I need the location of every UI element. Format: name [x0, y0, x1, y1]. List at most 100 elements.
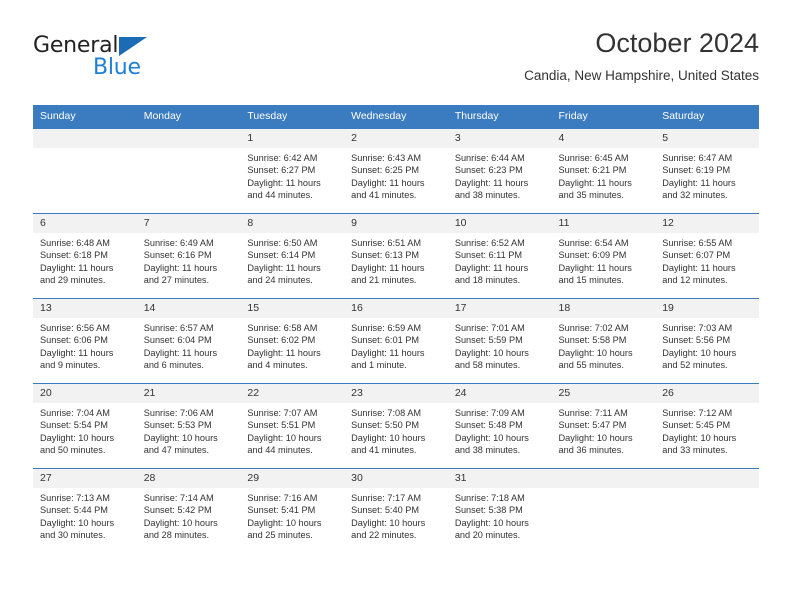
calendar-day-cell[interactable]: 19 Sunrise: 7:03 AM Sunset: 5:56 PM Dayligh… [655, 298, 759, 384]
calendar-day-cell[interactable]: 29 Sunrise: 7:16 AM Sunset: 5:41 PM Dayligh… [240, 468, 345, 555]
calendar-day-cell[interactable]: 22 Sunrise: 7:07 AM Sunset: 5:51 PM Dayligh… [240, 383, 345, 469]
calendar-day-cell[interactable]: 25 Sunrise: 7:11 AM Sunset: 5:47 PM Dayligh… [551, 383, 656, 469]
calendar-day-cell[interactable]: 20 Sunrise: 7:04 AM Sunset: 5:54 PM Dayligh… [33, 383, 137, 469]
sunrise-text: Sunrise: 6:59 AM [351, 323, 422, 333]
day-details: Sunrise: 6:47 AM Sunset: 6:19 PM Daylight:… [655, 148, 759, 202]
day-number [136, 129, 241, 148]
calendar-day-cell[interactable]: 14 Sunrise: 6:57 AM Sunset: 6:04 PM Dayligh… [136, 298, 241, 384]
daylight-text-line1: Daylight: 10 hours [662, 347, 737, 358]
sunset-text: Sunset: 6:16 PM [143, 250, 212, 261]
calendar-day-cell[interactable]: 8 Sunrise: 6:50 AM Sunset: 6:14 PM Daylight… [240, 213, 345, 299]
calendar-day-cell[interactable]: 31 Sunrise: 7:18 AM Sunset: 5:38 PM Dayligh… [447, 468, 552, 555]
daylight-text-line1: Daylight: 11 hours [247, 347, 321, 358]
calendar-day-cell[interactable]: 1 Sunrise: 6:42 AM Sunset: 6:27 PM Daylight… [240, 128, 345, 214]
sunrise-text: Sunrise: 6:43 AM [351, 153, 422, 163]
calendar-day-cell[interactable]: 3 Sunrise: 6:44 AM Sunset: 6:23 PM Daylight… [447, 128, 552, 214]
calendar-day-cell[interactable]: 2 Sunrise: 6:43 AM Sunset: 6:25 PM Daylight… [344, 128, 448, 214]
calendar-day-cell-empty [33, 128, 137, 214]
sunrise-text: Sunrise: 6:44 AM [454, 153, 525, 163]
calendar-day-cell[interactable]: 15 Sunrise: 6:58 AM Sunset: 6:02 PM Dayligh… [240, 298, 345, 384]
logo-triangle-icon [119, 37, 147, 56]
sunset-text: Sunset: 6:23 PM [454, 165, 523, 176]
day-number: 2 [344, 129, 448, 148]
calendar-day-cell[interactable]: 28 Sunrise: 7:14 AM Sunset: 5:42 PM Dayligh… [136, 468, 241, 555]
daylight-text-line1: Daylight: 11 hours [40, 262, 114, 273]
sunset-text: Sunset: 5:56 PM [662, 335, 731, 346]
calendar-day-cell[interactable]: 17 Sunrise: 7:01 AM Sunset: 5:59 PM Dayligh… [447, 298, 552, 384]
calendar-day-cell-empty [655, 468, 759, 555]
logo-text-blue: Blue [93, 55, 141, 80]
day-number: 26 [655, 384, 759, 403]
calendar-day-cell[interactable]: 21 Sunrise: 7:06 AM Sunset: 5:53 PM Dayligh… [136, 383, 241, 469]
sunset-text: Sunset: 6:09 PM [558, 250, 627, 261]
sunrise-text: Sunrise: 6:45 AM [558, 153, 629, 163]
daylight-text-line2: and 15 minutes. [558, 275, 624, 286]
day-details: Sunrise: 7:17 AM Sunset: 5:40 PM Daylight:… [344, 488, 448, 542]
calendar-day-cell[interactable]: 16 Sunrise: 6:59 AM Sunset: 6:01 PM Dayligh… [344, 298, 448, 384]
daylight-text-line2: and 6 minutes. [143, 360, 204, 371]
sunrise-text: Sunrise: 6:55 AM [662, 238, 733, 248]
day-details: Sunrise: 7:09 AM Sunset: 5:48 PM Daylight:… [448, 403, 552, 457]
calendar-day-cell[interactable]: 12 Sunrise: 6:55 AM Sunset: 6:07 PM Dayligh… [655, 213, 759, 299]
sunset-text: Sunset: 5:45 PM [662, 420, 731, 431]
weekday-header-sunday: Sunday [33, 105, 137, 129]
calendar-day-cell[interactable]: 9 Sunrise: 6:51 AM Sunset: 6:13 PM Daylight… [344, 213, 448, 299]
calendar-day-cell[interactable]: 10 Sunrise: 6:52 AM Sunset: 6:11 PM Dayligh… [447, 213, 552, 299]
calendar-day-cell[interactable]: 23 Sunrise: 7:08 AM Sunset: 5:50 PM Dayligh… [344, 383, 448, 469]
sunset-text: Sunset: 6:14 PM [247, 250, 316, 261]
sunset-text: Sunset: 6:18 PM [40, 250, 108, 261]
day-number: 25 [551, 384, 656, 403]
day-details: Sunrise: 6:57 AM Sunset: 6:04 PM Daylight:… [137, 318, 241, 372]
daylight-text-line1: Daylight: 10 hours [454, 517, 529, 528]
daylight-text-line1: Daylight: 11 hours [662, 262, 736, 273]
sunrise-text: Sunrise: 7:12 AM [662, 408, 733, 418]
calendar-day-cell[interactable]: 7 Sunrise: 6:49 AM Sunset: 6:16 PM Daylight… [136, 213, 241, 299]
daylight-text-line2: and 44 minutes. [247, 445, 313, 456]
general-blue-logo[interactable]: General Blue [33, 34, 233, 88]
calendar-day-cell[interactable]: 26 Sunrise: 7:12 AM Sunset: 5:45 PM Dayligh… [655, 383, 759, 469]
calendar-day-cell[interactable]: 5 Sunrise: 6:47 AM Sunset: 6:19 PM Daylight… [655, 128, 759, 214]
calendar-day-cell[interactable]: 18 Sunrise: 7:02 AM Sunset: 5:58 PM Dayligh… [551, 298, 656, 384]
day-number [33, 129, 137, 148]
day-number: 9 [344, 214, 448, 233]
day-number: 10 [447, 214, 552, 233]
calendar-day-cell[interactable]: 30 Sunrise: 7:17 AM Sunset: 5:40 PM Dayligh… [344, 468, 448, 555]
day-details [655, 488, 759, 492]
day-details: Sunrise: 7:01 AM Sunset: 5:59 PM Daylight:… [448, 318, 552, 372]
calendar-day-cell[interactable]: 27 Sunrise: 7:13 AM Sunset: 5:44 PM Dayligh… [33, 468, 137, 555]
day-details: Sunrise: 7:06 AM Sunset: 5:53 PM Daylight:… [137, 403, 241, 457]
day-number: 28 [136, 469, 241, 488]
day-number: 20 [33, 384, 137, 403]
day-details [137, 148, 241, 152]
sunset-text: Sunset: 6:02 PM [247, 335, 316, 346]
day-number: 23 [344, 384, 448, 403]
calendar-day-cell-empty [136, 128, 241, 214]
page-header: General Blue October 2024 Candia, New Ha… [33, 26, 759, 98]
daylight-text-line1: Daylight: 10 hours [40, 517, 115, 528]
daylight-text-line2: and 30 minutes. [40, 530, 106, 541]
day-details: Sunrise: 7:13 AM Sunset: 5:44 PM Daylight:… [33, 488, 137, 542]
sunset-text: Sunset: 6:21 PM [558, 165, 627, 176]
day-number: 5 [655, 129, 759, 148]
sunrise-text: Sunrise: 7:09 AM [454, 408, 525, 418]
calendar-day-cell[interactable]: 11 Sunrise: 6:54 AM Sunset: 6:09 PM Dayligh… [551, 213, 656, 299]
daylight-text-line1: Daylight: 10 hours [40, 432, 115, 443]
sunset-text: Sunset: 5:58 PM [558, 335, 627, 346]
calendar-day-cell[interactable]: 24 Sunrise: 7:09 AM Sunset: 5:48 PM Dayligh… [447, 383, 552, 469]
daylight-text-line1: Daylight: 10 hours [454, 347, 529, 358]
day-details [552, 488, 656, 492]
daylight-text-line1: Daylight: 11 hours [662, 177, 736, 188]
daylight-text-line1: Daylight: 11 hours [351, 177, 425, 188]
calendar-week-row: 20 Sunrise: 7:04 AM Sunset: 5:54 PM Dayligh… [33, 383, 759, 469]
calendar-day-cell[interactable]: 13 Sunrise: 6:56 AM Sunset: 6:06 PM Dayligh… [33, 298, 137, 384]
day-number: 4 [551, 129, 656, 148]
day-number: 6 [33, 214, 137, 233]
calendar-day-cell[interactable]: 6 Sunrise: 6:48 AM Sunset: 6:18 PM Daylight… [33, 213, 137, 299]
weekday-header-row: Sunday Monday Tuesday Wednesday Thursday… [33, 105, 759, 129]
day-number: 7 [136, 214, 241, 233]
day-number: 15 [240, 299, 345, 318]
calendar-day-cell[interactable]: 4 Sunrise: 6:45 AM Sunset: 6:21 PM Daylight… [551, 128, 656, 214]
day-details: Sunrise: 6:52 AM Sunset: 6:11 PM Daylight:… [448, 233, 552, 287]
day-details: Sunrise: 7:07 AM Sunset: 5:51 PM Daylight:… [240, 403, 344, 457]
sunrise-text: Sunrise: 7:04 AM [40, 408, 110, 418]
